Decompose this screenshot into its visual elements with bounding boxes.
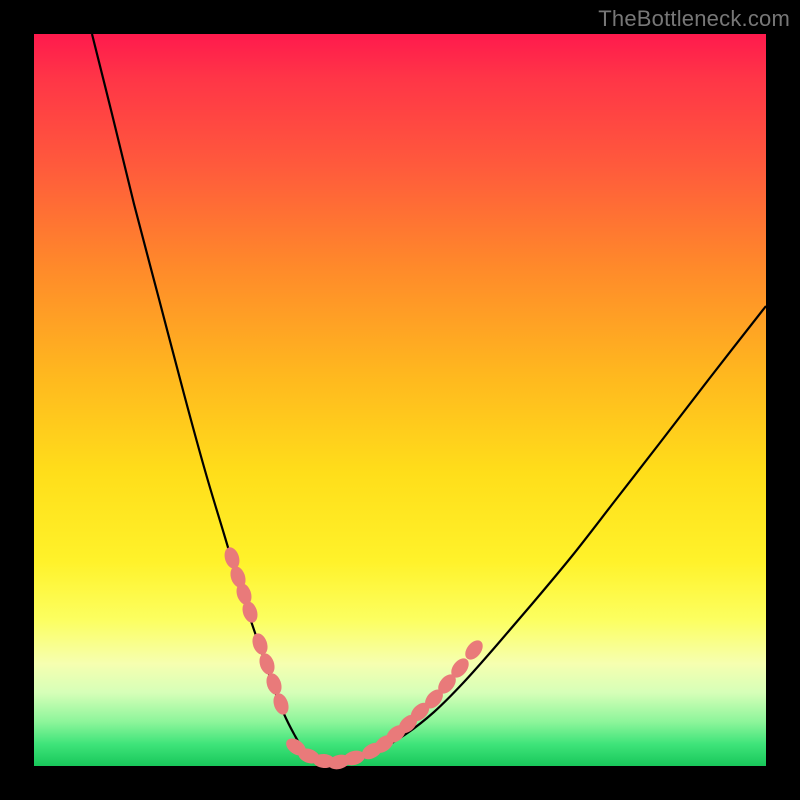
watermark-text: TheBottleneck.com — [598, 6, 790, 32]
bead — [257, 651, 277, 676]
bead — [264, 671, 284, 696]
bead — [250, 631, 270, 656]
chart-frame — [34, 34, 766, 766]
bead-clusters — [222, 545, 486, 771]
bead — [271, 691, 291, 716]
plot-svg — [34, 34, 766, 766]
v-curve — [92, 34, 766, 763]
bead — [222, 545, 242, 570]
